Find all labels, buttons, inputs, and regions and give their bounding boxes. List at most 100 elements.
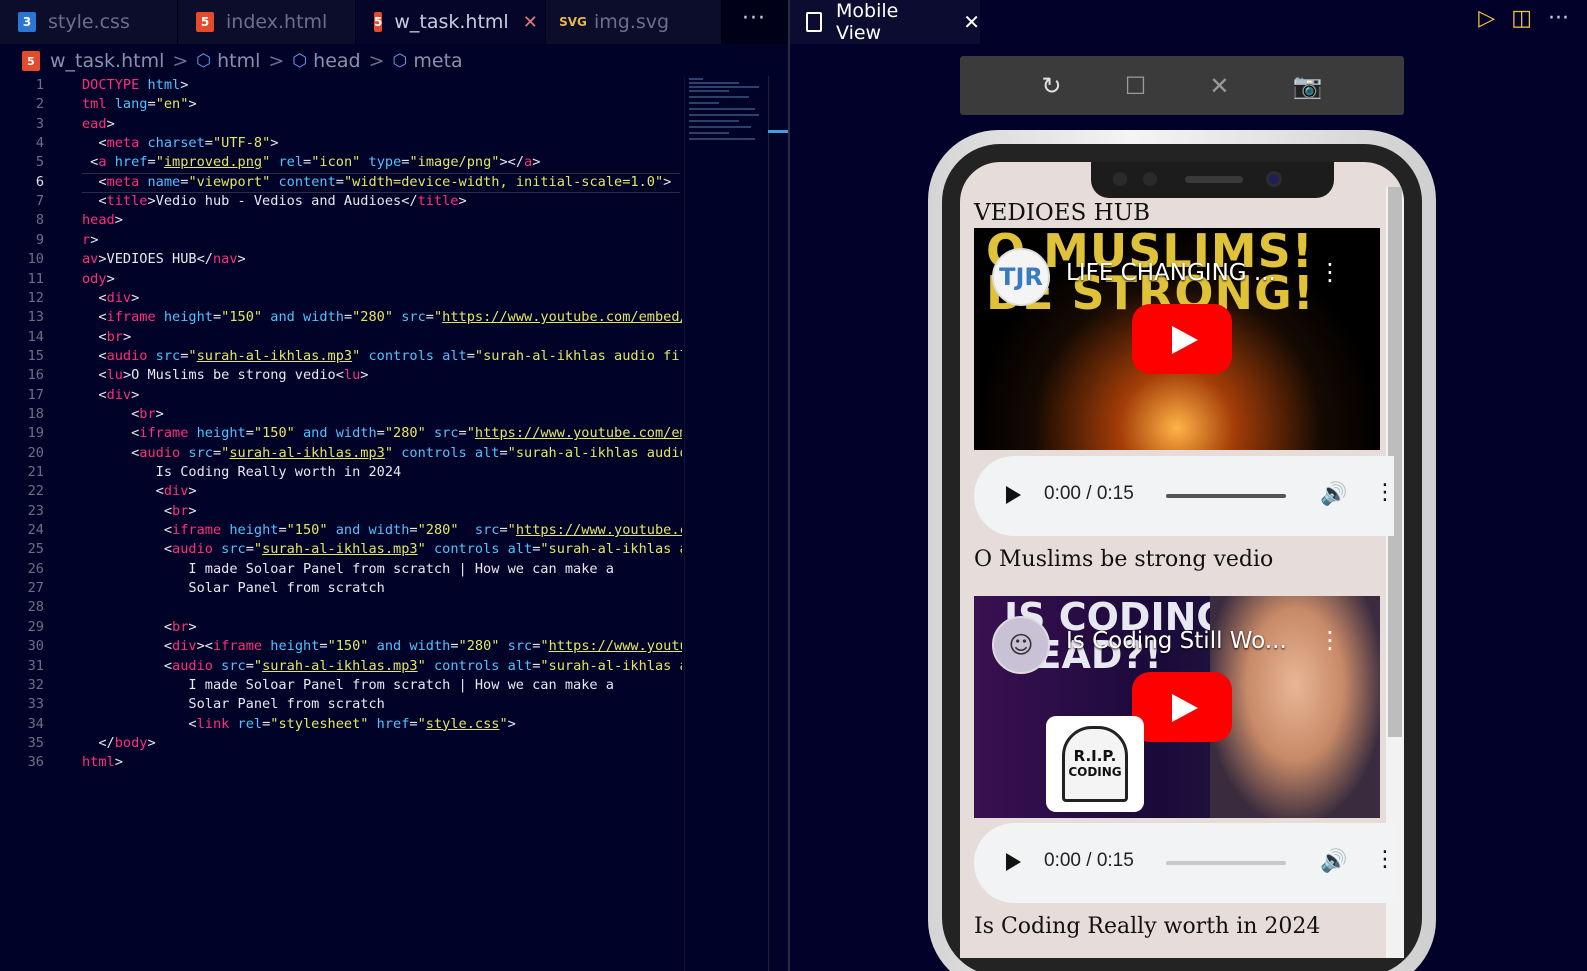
volume-icon[interactable]: 🔊 <box>1320 482 1347 507</box>
more-actions-icon[interactable]: ··· <box>742 6 766 31</box>
code-line[interactable]: 14 <br> <box>0 328 682 347</box>
tab-label: index.html <box>226 11 328 33</box>
code-line[interactable]: 17 <div> <box>0 386 682 405</box>
svg-file-icon: SVG <box>559 15 587 29</box>
line-number: 17 <box>27 386 44 403</box>
camera-icon[interactable]: 📷 <box>1293 72 1323 100</box>
more-actions-icon[interactable]: ··· <box>1548 6 1569 31</box>
video-title[interactable]: LIFE CHANGING ... <box>1066 260 1276 286</box>
tab-index-html[interactable]: 5 index.html <box>178 0 356 44</box>
line-text: <audio src="surah-al-ikhlas.mp3" control… <box>82 657 682 674</box>
chevron-right-icon: > <box>368 50 385 72</box>
element-icon: ⬡ <box>292 51 308 71</box>
code-line[interactable]: 5 <a href="improved.png" rel="icon" type… <box>0 153 682 172</box>
code-line[interactable]: 10 av>VEDIOES HUB</nav> <box>0 250 682 269</box>
video-title[interactable]: Is Coding Still Wo... <box>1066 628 1287 654</box>
close-icon[interactable]: ✕ <box>963 10 980 34</box>
breadcrumb-file[interactable]: w_task.html <box>50 50 164 72</box>
code-line[interactable]: 33 Solar Panel from scratch <box>0 695 682 714</box>
youtube-play-button[interactable] <box>1132 672 1232 742</box>
code-line[interactable]: 31 <audio src="surah-al-ikhlas.mp3" cont… <box>0 657 682 676</box>
tab-mobile-view[interactable]: Mobile View ✕ <box>790 0 980 44</box>
code-line[interactable]: 24 <iframe height="150" and width="280" … <box>0 521 682 540</box>
audio-menu-icon[interactable]: ⋮ <box>1374 847 1396 872</box>
code-line[interactable]: 9 r> <box>0 231 682 250</box>
split-editor-icon[interactable]: ◫ <box>1511 6 1532 31</box>
code-line[interactable]: 13 <iframe height="150" and width="280" … <box>0 308 682 327</box>
tab-w-task-html[interactable]: 5 w_task.html ✕ <box>356 0 546 44</box>
channel-avatar[interactable]: TJR <box>992 248 1050 306</box>
video-menu-icon[interactable]: ⋮ <box>1318 626 1342 654</box>
line-text: html> <box>82 754 123 771</box>
breadcrumb-head[interactable]: head <box>313 50 360 72</box>
line-number: 14 <box>27 328 44 345</box>
vscode-window: 3 style.css 5 index.html 5 w_task.html ✕… <box>0 0 1587 971</box>
video-menu-icon[interactable]: ⋮ <box>1318 258 1342 286</box>
code-line[interactable]: 8 head> <box>0 211 682 230</box>
code-line[interactable]: 7 <title>Vedio hub - Vedios and Audioes<… <box>0 192 682 211</box>
line-text: av>VEDIOES HUB</nav> <box>82 251 246 268</box>
code-line[interactable]: 22 <div> <box>0 482 682 501</box>
play-icon[interactable] <box>1006 486 1021 504</box>
code-line[interactable]: 28 <box>0 598 682 617</box>
tab-style-css[interactable]: 3 style.css <box>0 0 178 44</box>
square-icon[interactable]: ☐ <box>1125 72 1147 100</box>
code-line[interactable]: 12 <div> <box>0 289 682 308</box>
audio-progress-bar[interactable] <box>1166 494 1286 498</box>
breadcrumb-meta[interactable]: meta <box>413 50 462 72</box>
run-icon[interactable]: ▷ <box>1478 6 1495 31</box>
youtube-play-button[interactable] <box>1132 304 1232 374</box>
line-number: 3 <box>35 115 44 132</box>
code-area[interactable]: 1 DOCTYPE html> 2 tml lang="en"> 3 ead> 4 <met… <box>0 76 682 971</box>
code-line[interactable]: 21 Is Coding Really worth in 2024 <box>0 463 682 482</box>
line-text: <br> <box>82 405 164 422</box>
video-embed-1[interactable]: O MUSLIMS! BE STRONG! TJR LIFE CHANGING … <box>974 228 1380 450</box>
code-line[interactable]: 27 Solar Panel from scratch <box>0 579 682 598</box>
code-line[interactable]: 30 <div><iframe height="150" and width="… <box>0 637 682 656</box>
line-number: 12 <box>27 289 44 306</box>
breadcrumb-html[interactable]: html <box>217 50 260 72</box>
line-number: 33 <box>27 696 44 713</box>
code-line[interactable]: 23 <br> <box>0 502 682 521</box>
close-icon[interactable]: ✕ <box>1209 72 1229 100</box>
volume-icon[interactable]: 🔊 <box>1320 849 1347 874</box>
line-number: 1 <box>35 77 44 93</box>
code-line[interactable]: 32 I made Soloar Panel from scratch | Ho… <box>0 676 682 695</box>
code-line[interactable]: 16 <lu>O Muslims be strong vedio<lu> <box>0 366 682 385</box>
code-line[interactable]: 36 html> <box>0 753 682 772</box>
minimap[interactable] <box>684 76 768 971</box>
code-line[interactable]: 3 ead> <box>0 115 682 134</box>
audio-menu-icon[interactable]: ⋮ <box>1374 480 1396 505</box>
code-line[interactable]: 35 </body> <box>0 734 682 753</box>
line-number: 34 <box>27 715 44 732</box>
line-number: 16 <box>27 367 44 384</box>
line-number: 20 <box>27 444 44 461</box>
code-line[interactable]: 11 ody> <box>0 270 682 289</box>
element-icon: ⬡ <box>392 51 408 71</box>
close-icon[interactable]: ✕ <box>523 12 538 33</box>
code-line[interactable]: 15 <audio src="surah-al-ikhlas.mp3" cont… <box>0 347 682 366</box>
tab-label: style.css <box>48 11 130 33</box>
code-line[interactable]: 34 <link rel="stylesheet" href="style.cs… <box>0 715 682 734</box>
audio-progress-bar[interactable] <box>1166 861 1286 865</box>
code-line[interactable]: 29 <br> <box>0 618 682 637</box>
video-caption-1: O Muslims be strong vedio <box>974 547 1274 572</box>
code-line[interactable]: 18 <br> <box>0 405 682 424</box>
reload-icon[interactable]: ↻ <box>1042 72 1062 100</box>
channel-avatar[interactable]: ☺ <box>992 616 1050 674</box>
code-line[interactable]: 6 <meta name="viewport" content="width=d… <box>0 173 682 192</box>
code-line[interactable]: 2 tml lang="en"> <box>0 95 682 114</box>
code-line[interactable]: 25 <audio src="surah-al-ikhlas.mp3" cont… <box>0 540 682 559</box>
play-icon[interactable] <box>1006 853 1021 871</box>
code-line[interactable]: 1 DOCTYPE html> <box>0 76 682 95</box>
code-line[interactable]: 19 <iframe height="150" and width="280" … <box>0 424 682 443</box>
tab-label: w_task.html <box>394 11 509 33</box>
line-text: I made Soloar Panel from scratch | How w… <box>82 560 614 577</box>
video-embed-2[interactable]: IS CODING DEAD?! ☺ Is Coding Still Wo...… <box>974 596 1380 818</box>
chevron-right-icon: > <box>268 50 285 72</box>
code-line[interactable]: 26 I made Soloar Panel from scratch | Ho… <box>0 560 682 579</box>
tab-img-svg[interactable]: SVG img.svg <box>546 0 722 44</box>
code-line[interactable]: 20 <audio src="surah-al-ikhlas.mp3" cont… <box>0 444 682 463</box>
code-line[interactable]: 4 <meta charset="UTF-8"> <box>0 134 682 153</box>
editor-scrollbar[interactable] <box>768 76 788 971</box>
